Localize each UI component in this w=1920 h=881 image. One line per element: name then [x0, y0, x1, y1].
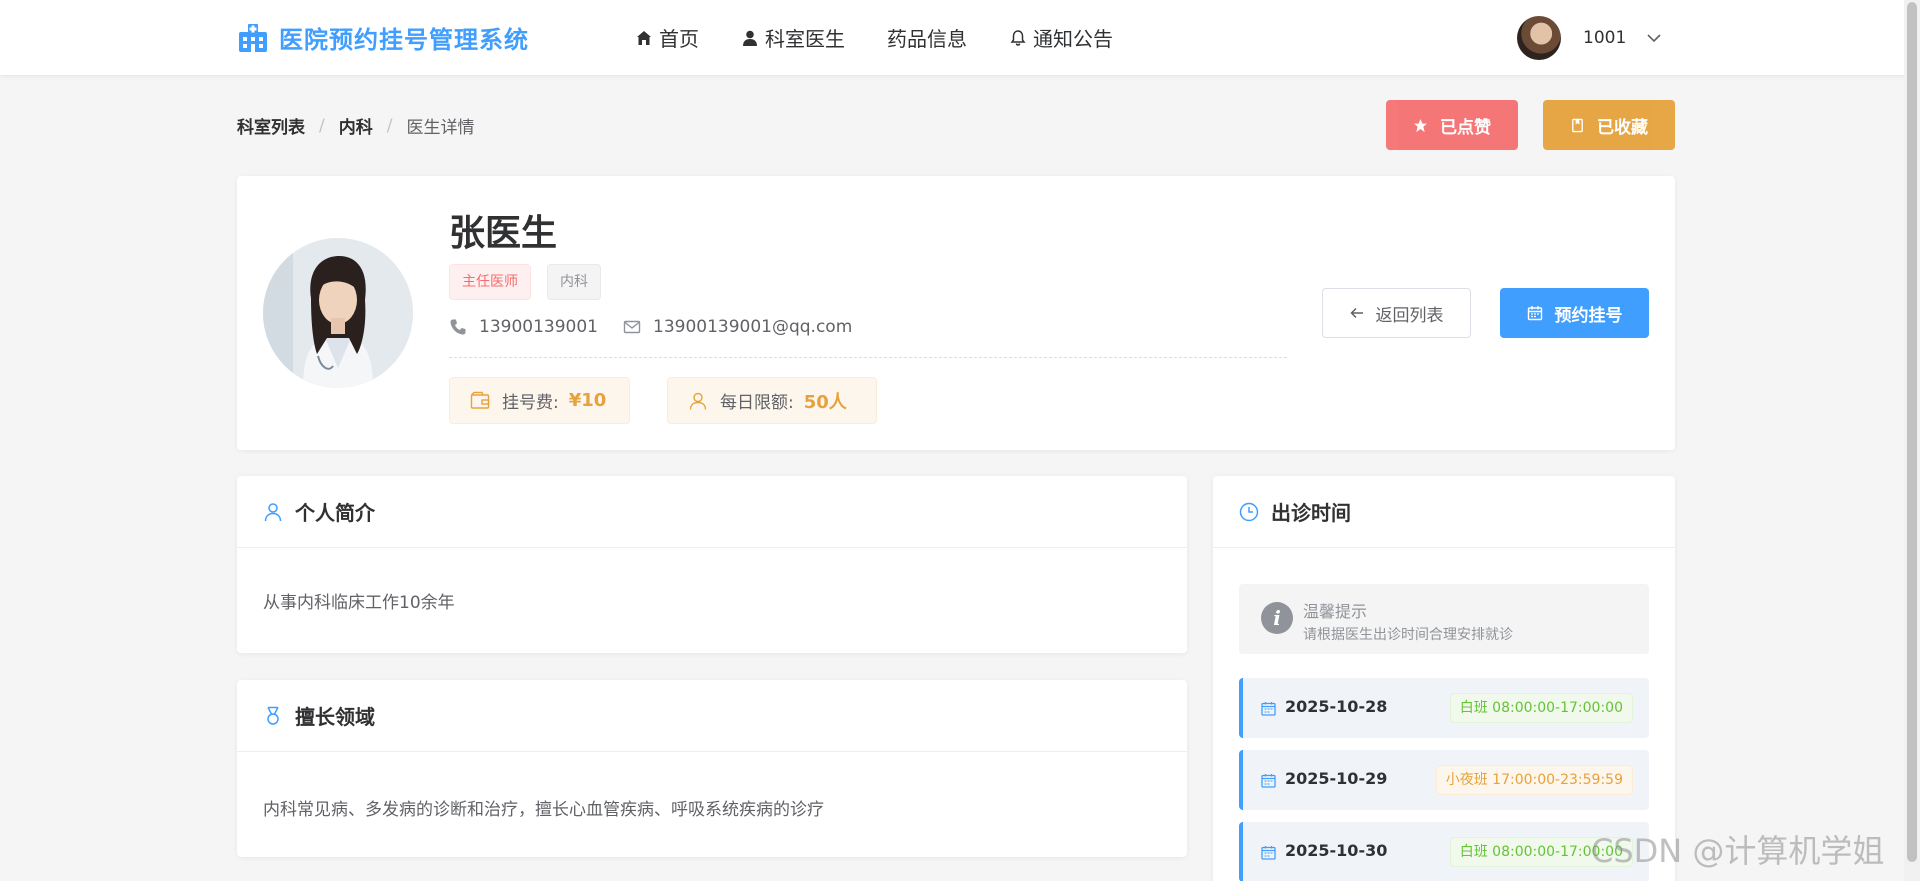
- daily-quota-box: 每日限额: 50人: [667, 377, 877, 424]
- fee-value: ¥10: [568, 390, 607, 411]
- specialty-header: 擅长领域: [237, 680, 1187, 752]
- fee-label: 挂号费:: [502, 393, 559, 413]
- calendar-icon: [1261, 846, 1276, 860]
- intro-title: 个人简介: [295, 501, 375, 525]
- user-outline-icon: [264, 502, 282, 521]
- main-nav: 首页 科室医生 药品信息 通知公告: [635, 0, 1155, 75]
- app-title: 医院预约挂号管理系统: [279, 26, 529, 54]
- nav-item-departments[interactable]: 科室医生: [741, 23, 845, 52]
- bookmark-icon: [1572, 118, 1583, 132]
- info-icon: i: [1261, 602, 1293, 634]
- favorited-button[interactable]: 已收藏: [1543, 100, 1675, 150]
- phone-icon: [450, 319, 466, 335]
- nav-item-label: 药品信息: [887, 27, 967, 51]
- nav-item-label: 首页: [659, 27, 699, 51]
- doctor-name: 张医生: [449, 213, 558, 254]
- favorited-button-label: 已收藏: [1597, 117, 1648, 138]
- intro-text: 从事内科临床工作10余年: [263, 593, 455, 613]
- schedule-slot[interactable]: 2025-10-29 小夜班 17:00:00-23:59:59: [1239, 750, 1649, 810]
- medal-icon: [267, 706, 279, 725]
- back-button-label: 返回列表: [1375, 305, 1444, 326]
- calendar-icon: [1261, 702, 1276, 716]
- star-icon: [1413, 118, 1428, 132]
- schedule-card: 出诊时间 i 温馨提示 请根据医生出诊时间合理安排就诊 2025-10-28 白…: [1213, 476, 1675, 881]
- user-menu[interactable]: 1001: [1517, 16, 1662, 60]
- app-logo[interactable]: 医院预约挂号管理系统: [237, 20, 529, 55]
- doctor-portrait-icon: [263, 238, 413, 388]
- liked-button-label: 已点赞: [1440, 117, 1491, 138]
- slot-date: 2025-10-28: [1285, 697, 1388, 716]
- quota-value: 50人: [803, 391, 847, 413]
- nav-item-label: 通知公告: [1033, 27, 1113, 51]
- top-header: 医院预约挂号管理系统 首页 科室医生 药品信息 通知公告 1001: [0, 0, 1920, 75]
- scrollbar-thumb[interactable]: [1907, 2, 1917, 862]
- breadcrumb-item-departments[interactable]: 科室列表: [237, 113, 305, 138]
- scrollbar[interactable]: [1904, 0, 1920, 881]
- specialty-card: 擅长领域 内科常见病、多发病的诊断和治疗，擅长心血管疾病、呼吸系统疾病的诊疗: [237, 680, 1187, 857]
- schedule-header: 出诊时间: [1213, 476, 1675, 548]
- nav-item-medicines[interactable]: 药品信息: [887, 23, 967, 52]
- shift-tag: 小夜班 17:00:00-23:59:59: [1435, 765, 1633, 795]
- specialty-title: 擅长领域: [295, 705, 375, 729]
- doctor-title-tag: 主任医师: [449, 264, 531, 300]
- book-button-label: 预约挂号: [1554, 305, 1623, 326]
- shift-tag: 白班 08:00:00-17:00:00: [1449, 693, 1633, 723]
- bell-icon: [1010, 29, 1026, 46]
- doctor-dept-tag: 内科: [547, 264, 601, 300]
- chevron-down-icon[interactable]: [1646, 30, 1662, 46]
- wallet-icon: [470, 391, 490, 409]
- hospital-icon: [239, 23, 267, 52]
- user-name: 1001: [1583, 28, 1627, 48]
- tip-title: 温馨提示: [1303, 602, 1368, 621]
- breadcrumb-item-current: 医生详情: [406, 118, 475, 138]
- clock-icon: [1239, 502, 1259, 521]
- doctor-email: 13900139001@qq.com: [623, 317, 852, 337]
- intro-card: 个人简介 从事内科临床工作10余年: [237, 476, 1187, 653]
- calendar-icon: [1527, 306, 1542, 321]
- nav-item-label: 科室医生: [765, 27, 845, 51]
- breadcrumb: 科室列表 / 内科 / 医生详情: [237, 113, 475, 139]
- arrow-left-icon: [1349, 307, 1363, 319]
- quota-label: 每日限额:: [720, 393, 794, 413]
- tip-text: 请根据医生出诊时间合理安排就诊: [1303, 627, 1513, 643]
- doctor-photo: [263, 238, 413, 388]
- watermark: CSDN @计算机学姐: [1591, 832, 1885, 870]
- slot-date: 2025-10-29: [1285, 769, 1388, 788]
- doctor-phone-text: 13900139001: [479, 317, 598, 337]
- home-icon: [637, 30, 651, 45]
- nav-item-notices[interactable]: 通知公告: [1009, 23, 1113, 52]
- tip-alert: i 温馨提示 请根据医生出诊时间合理安排就诊: [1239, 584, 1649, 654]
- back-to-list-button[interactable]: 返回列表: [1322, 288, 1471, 338]
- book-appointment-button[interactable]: 预约挂号: [1500, 288, 1649, 338]
- registration-fee-box: 挂号费: ¥10: [449, 377, 630, 424]
- doctor-info-card: 张医生 主任医师 内科 13900139001 13900139001@qq.c…: [237, 176, 1675, 450]
- schedule-slot[interactable]: 2025-10-28 白班 08:00:00-17:00:00: [1239, 678, 1649, 738]
- schedule-title: 出诊时间: [1271, 501, 1351, 525]
- avatar[interactable]: [1517, 16, 1561, 60]
- nav-item-home[interactable]: 首页: [635, 23, 699, 52]
- specialty-text: 内科常见病、多发病的诊断和治疗，擅长心血管疾病、呼吸系统疾病的诊疗: [263, 800, 824, 820]
- calendar-icon: [1261, 774, 1276, 788]
- liked-button[interactable]: 已点赞: [1386, 100, 1518, 150]
- breadcrumb-separator: /: [319, 115, 325, 136]
- user-outline-icon: [689, 392, 707, 410]
- slot-date: 2025-10-30: [1285, 841, 1388, 860]
- intro-header: 个人简介: [237, 476, 1187, 548]
- doctor-phone: 13900139001: [449, 317, 598, 337]
- divider: [449, 357, 1287, 358]
- doctor-email-text: 13900139001@qq.com: [653, 317, 853, 337]
- schedule-slot[interactable]: 2025-10-30 白班 08:00:00-17:00:00: [1239, 822, 1649, 881]
- user-icon: [743, 30, 757, 46]
- mail-icon: [623, 320, 641, 334]
- breadcrumb-separator: /: [386, 115, 393, 136]
- breadcrumb-item-dept[interactable]: 内科: [339, 113, 373, 138]
